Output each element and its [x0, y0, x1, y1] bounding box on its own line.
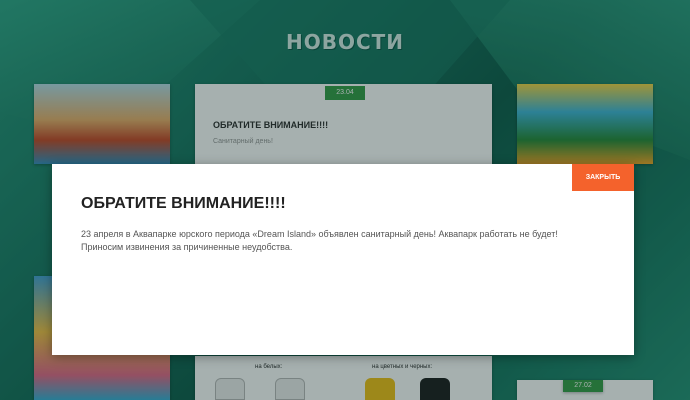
- modal-title: ОБРАТИТЕ ВНИМАНИЕ!!!!: [81, 195, 286, 212]
- modal-body: 23 апреля в Аквапарке юрского периода «D…: [81, 228, 601, 254]
- modal-text-line: Приносим извинения за причиненные неудоб…: [81, 242, 293, 252]
- close-button[interactable]: ЗАКРЫТЬ: [572, 164, 634, 191]
- modal-text-line: 23 апреля в Аквапарке юрского периода «D…: [81, 229, 558, 239]
- news-modal: ЗАКРЫТЬ ОБРАТИТЕ ВНИМАНИЕ!!!! 23 апреля …: [52, 164, 634, 355]
